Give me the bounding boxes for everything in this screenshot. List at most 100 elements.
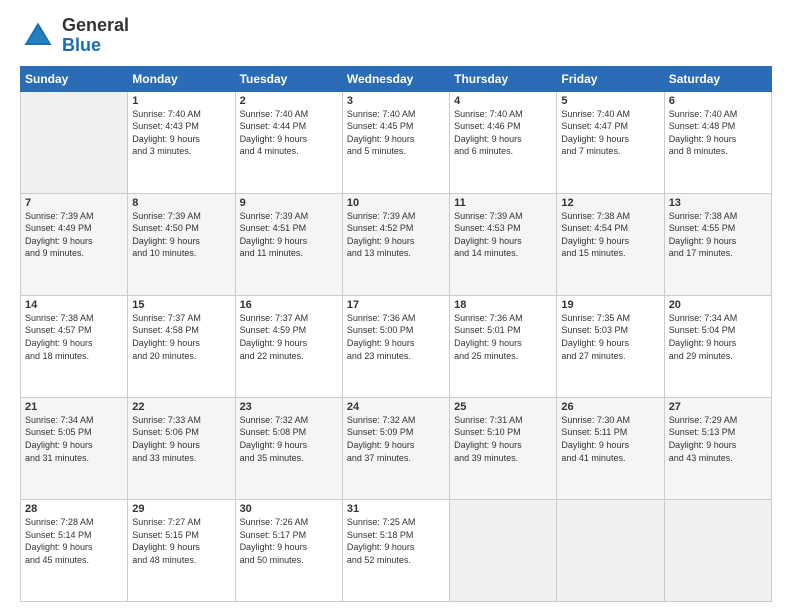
day-number: 29 [132, 503, 230, 515]
table-row: 17Sunrise: 7:36 AM Sunset: 5:00 PM Dayli… [342, 295, 449, 397]
day-number: 16 [240, 299, 338, 311]
table-row: 24Sunrise: 7:32 AM Sunset: 5:09 PM Dayli… [342, 397, 449, 499]
day-info: Sunrise: 7:35 AM Sunset: 5:03 PM Dayligh… [561, 312, 659, 362]
day-number: 15 [132, 299, 230, 311]
day-number: 10 [347, 197, 445, 209]
calendar-header-row: Sunday Monday Tuesday Wednesday Thursday… [21, 66, 772, 91]
day-number: 11 [454, 197, 552, 209]
table-row: 12Sunrise: 7:38 AM Sunset: 4:54 PM Dayli… [557, 193, 664, 295]
day-number: 1 [132, 95, 230, 107]
day-info: Sunrise: 7:31 AM Sunset: 5:10 PM Dayligh… [454, 414, 552, 464]
table-row: 13Sunrise: 7:38 AM Sunset: 4:55 PM Dayli… [664, 193, 771, 295]
table-row [450, 499, 557, 601]
day-info: Sunrise: 7:38 AM Sunset: 4:54 PM Dayligh… [561, 210, 659, 260]
table-row: 18Sunrise: 7:36 AM Sunset: 5:01 PM Dayli… [450, 295, 557, 397]
table-row: 2Sunrise: 7:40 AM Sunset: 4:44 PM Daylig… [235, 91, 342, 193]
calendar-week-row: 7Sunrise: 7:39 AM Sunset: 4:49 PM Daylig… [21, 193, 772, 295]
day-info: Sunrise: 7:34 AM Sunset: 5:05 PM Dayligh… [25, 414, 123, 464]
logo-icon [20, 18, 56, 54]
day-number: 19 [561, 299, 659, 311]
day-number: 27 [669, 401, 767, 413]
day-info: Sunrise: 7:36 AM Sunset: 5:00 PM Dayligh… [347, 312, 445, 362]
page: General Blue Sunday Monday Tuesday Wedne… [0, 0, 792, 612]
day-info: Sunrise: 7:28 AM Sunset: 5:14 PM Dayligh… [25, 516, 123, 566]
day-info: Sunrise: 7:40 AM Sunset: 4:47 PM Dayligh… [561, 108, 659, 158]
day-number: 4 [454, 95, 552, 107]
day-number: 7 [25, 197, 123, 209]
table-row: 14Sunrise: 7:38 AM Sunset: 4:57 PM Dayli… [21, 295, 128, 397]
table-row [557, 499, 664, 601]
table-row [21, 91, 128, 193]
day-number: 14 [25, 299, 123, 311]
table-row: 4Sunrise: 7:40 AM Sunset: 4:46 PM Daylig… [450, 91, 557, 193]
day-info: Sunrise: 7:39 AM Sunset: 4:51 PM Dayligh… [240, 210, 338, 260]
day-number: 2 [240, 95, 338, 107]
day-number: 6 [669, 95, 767, 107]
day-info: Sunrise: 7:39 AM Sunset: 4:53 PM Dayligh… [454, 210, 552, 260]
logo: General Blue [20, 16, 129, 56]
calendar-week-row: 28Sunrise: 7:28 AM Sunset: 5:14 PM Dayli… [21, 499, 772, 601]
table-row: 15Sunrise: 7:37 AM Sunset: 4:58 PM Dayli… [128, 295, 235, 397]
day-number: 30 [240, 503, 338, 515]
day-number: 5 [561, 95, 659, 107]
header-wednesday: Wednesday [342, 66, 449, 91]
day-info: Sunrise: 7:26 AM Sunset: 5:17 PM Dayligh… [240, 516, 338, 566]
table-row: 20Sunrise: 7:34 AM Sunset: 5:04 PM Dayli… [664, 295, 771, 397]
table-row: 8Sunrise: 7:39 AM Sunset: 4:50 PM Daylig… [128, 193, 235, 295]
table-row: 21Sunrise: 7:34 AM Sunset: 5:05 PM Dayli… [21, 397, 128, 499]
logo-text-general: General [62, 16, 129, 36]
day-number: 20 [669, 299, 767, 311]
day-number: 21 [25, 401, 123, 413]
calendar-week-row: 21Sunrise: 7:34 AM Sunset: 5:05 PM Dayli… [21, 397, 772, 499]
day-info: Sunrise: 7:38 AM Sunset: 4:55 PM Dayligh… [669, 210, 767, 260]
day-info: Sunrise: 7:38 AM Sunset: 4:57 PM Dayligh… [25, 312, 123, 362]
day-info: Sunrise: 7:40 AM Sunset: 4:48 PM Dayligh… [669, 108, 767, 158]
table-row: 31Sunrise: 7:25 AM Sunset: 5:18 PM Dayli… [342, 499, 449, 601]
day-number: 13 [669, 197, 767, 209]
table-row: 23Sunrise: 7:32 AM Sunset: 5:08 PM Dayli… [235, 397, 342, 499]
day-info: Sunrise: 7:40 AM Sunset: 4:43 PM Dayligh… [132, 108, 230, 158]
day-number: 31 [347, 503, 445, 515]
day-info: Sunrise: 7:37 AM Sunset: 4:59 PM Dayligh… [240, 312, 338, 362]
day-number: 9 [240, 197, 338, 209]
header-sunday: Sunday [21, 66, 128, 91]
day-info: Sunrise: 7:39 AM Sunset: 4:49 PM Dayligh… [25, 210, 123, 260]
table-row: 5Sunrise: 7:40 AM Sunset: 4:47 PM Daylig… [557, 91, 664, 193]
header: General Blue [20, 16, 772, 56]
table-row: 27Sunrise: 7:29 AM Sunset: 5:13 PM Dayli… [664, 397, 771, 499]
table-row: 26Sunrise: 7:30 AM Sunset: 5:11 PM Dayli… [557, 397, 664, 499]
day-number: 12 [561, 197, 659, 209]
day-info: Sunrise: 7:27 AM Sunset: 5:15 PM Dayligh… [132, 516, 230, 566]
table-row: 3Sunrise: 7:40 AM Sunset: 4:45 PM Daylig… [342, 91, 449, 193]
day-number: 25 [454, 401, 552, 413]
day-number: 8 [132, 197, 230, 209]
logo-text-blue: Blue [62, 36, 129, 56]
day-info: Sunrise: 7:36 AM Sunset: 5:01 PM Dayligh… [454, 312, 552, 362]
day-info: Sunrise: 7:39 AM Sunset: 4:50 PM Dayligh… [132, 210, 230, 260]
table-row: 1Sunrise: 7:40 AM Sunset: 4:43 PM Daylig… [128, 91, 235, 193]
table-row: 11Sunrise: 7:39 AM Sunset: 4:53 PM Dayli… [450, 193, 557, 295]
day-info: Sunrise: 7:40 AM Sunset: 4:46 PM Dayligh… [454, 108, 552, 158]
table-row: 9Sunrise: 7:39 AM Sunset: 4:51 PM Daylig… [235, 193, 342, 295]
header-saturday: Saturday [664, 66, 771, 91]
calendar-table: Sunday Monday Tuesday Wednesday Thursday… [20, 66, 772, 602]
table-row: 30Sunrise: 7:26 AM Sunset: 5:17 PM Dayli… [235, 499, 342, 601]
header-thursday: Thursday [450, 66, 557, 91]
day-info: Sunrise: 7:37 AM Sunset: 4:58 PM Dayligh… [132, 312, 230, 362]
calendar-week-row: 14Sunrise: 7:38 AM Sunset: 4:57 PM Dayli… [21, 295, 772, 397]
day-info: Sunrise: 7:29 AM Sunset: 5:13 PM Dayligh… [669, 414, 767, 464]
day-number: 23 [240, 401, 338, 413]
table-row: 29Sunrise: 7:27 AM Sunset: 5:15 PM Dayli… [128, 499, 235, 601]
table-row: 25Sunrise: 7:31 AM Sunset: 5:10 PM Dayli… [450, 397, 557, 499]
day-number: 3 [347, 95, 445, 107]
day-info: Sunrise: 7:30 AM Sunset: 5:11 PM Dayligh… [561, 414, 659, 464]
header-friday: Friday [557, 66, 664, 91]
day-info: Sunrise: 7:32 AM Sunset: 5:09 PM Dayligh… [347, 414, 445, 464]
day-info: Sunrise: 7:39 AM Sunset: 4:52 PM Dayligh… [347, 210, 445, 260]
day-info: Sunrise: 7:40 AM Sunset: 4:45 PM Dayligh… [347, 108, 445, 158]
day-number: 26 [561, 401, 659, 413]
table-row: 28Sunrise: 7:28 AM Sunset: 5:14 PM Dayli… [21, 499, 128, 601]
table-row: 19Sunrise: 7:35 AM Sunset: 5:03 PM Dayli… [557, 295, 664, 397]
day-info: Sunrise: 7:40 AM Sunset: 4:44 PM Dayligh… [240, 108, 338, 158]
header-tuesday: Tuesday [235, 66, 342, 91]
